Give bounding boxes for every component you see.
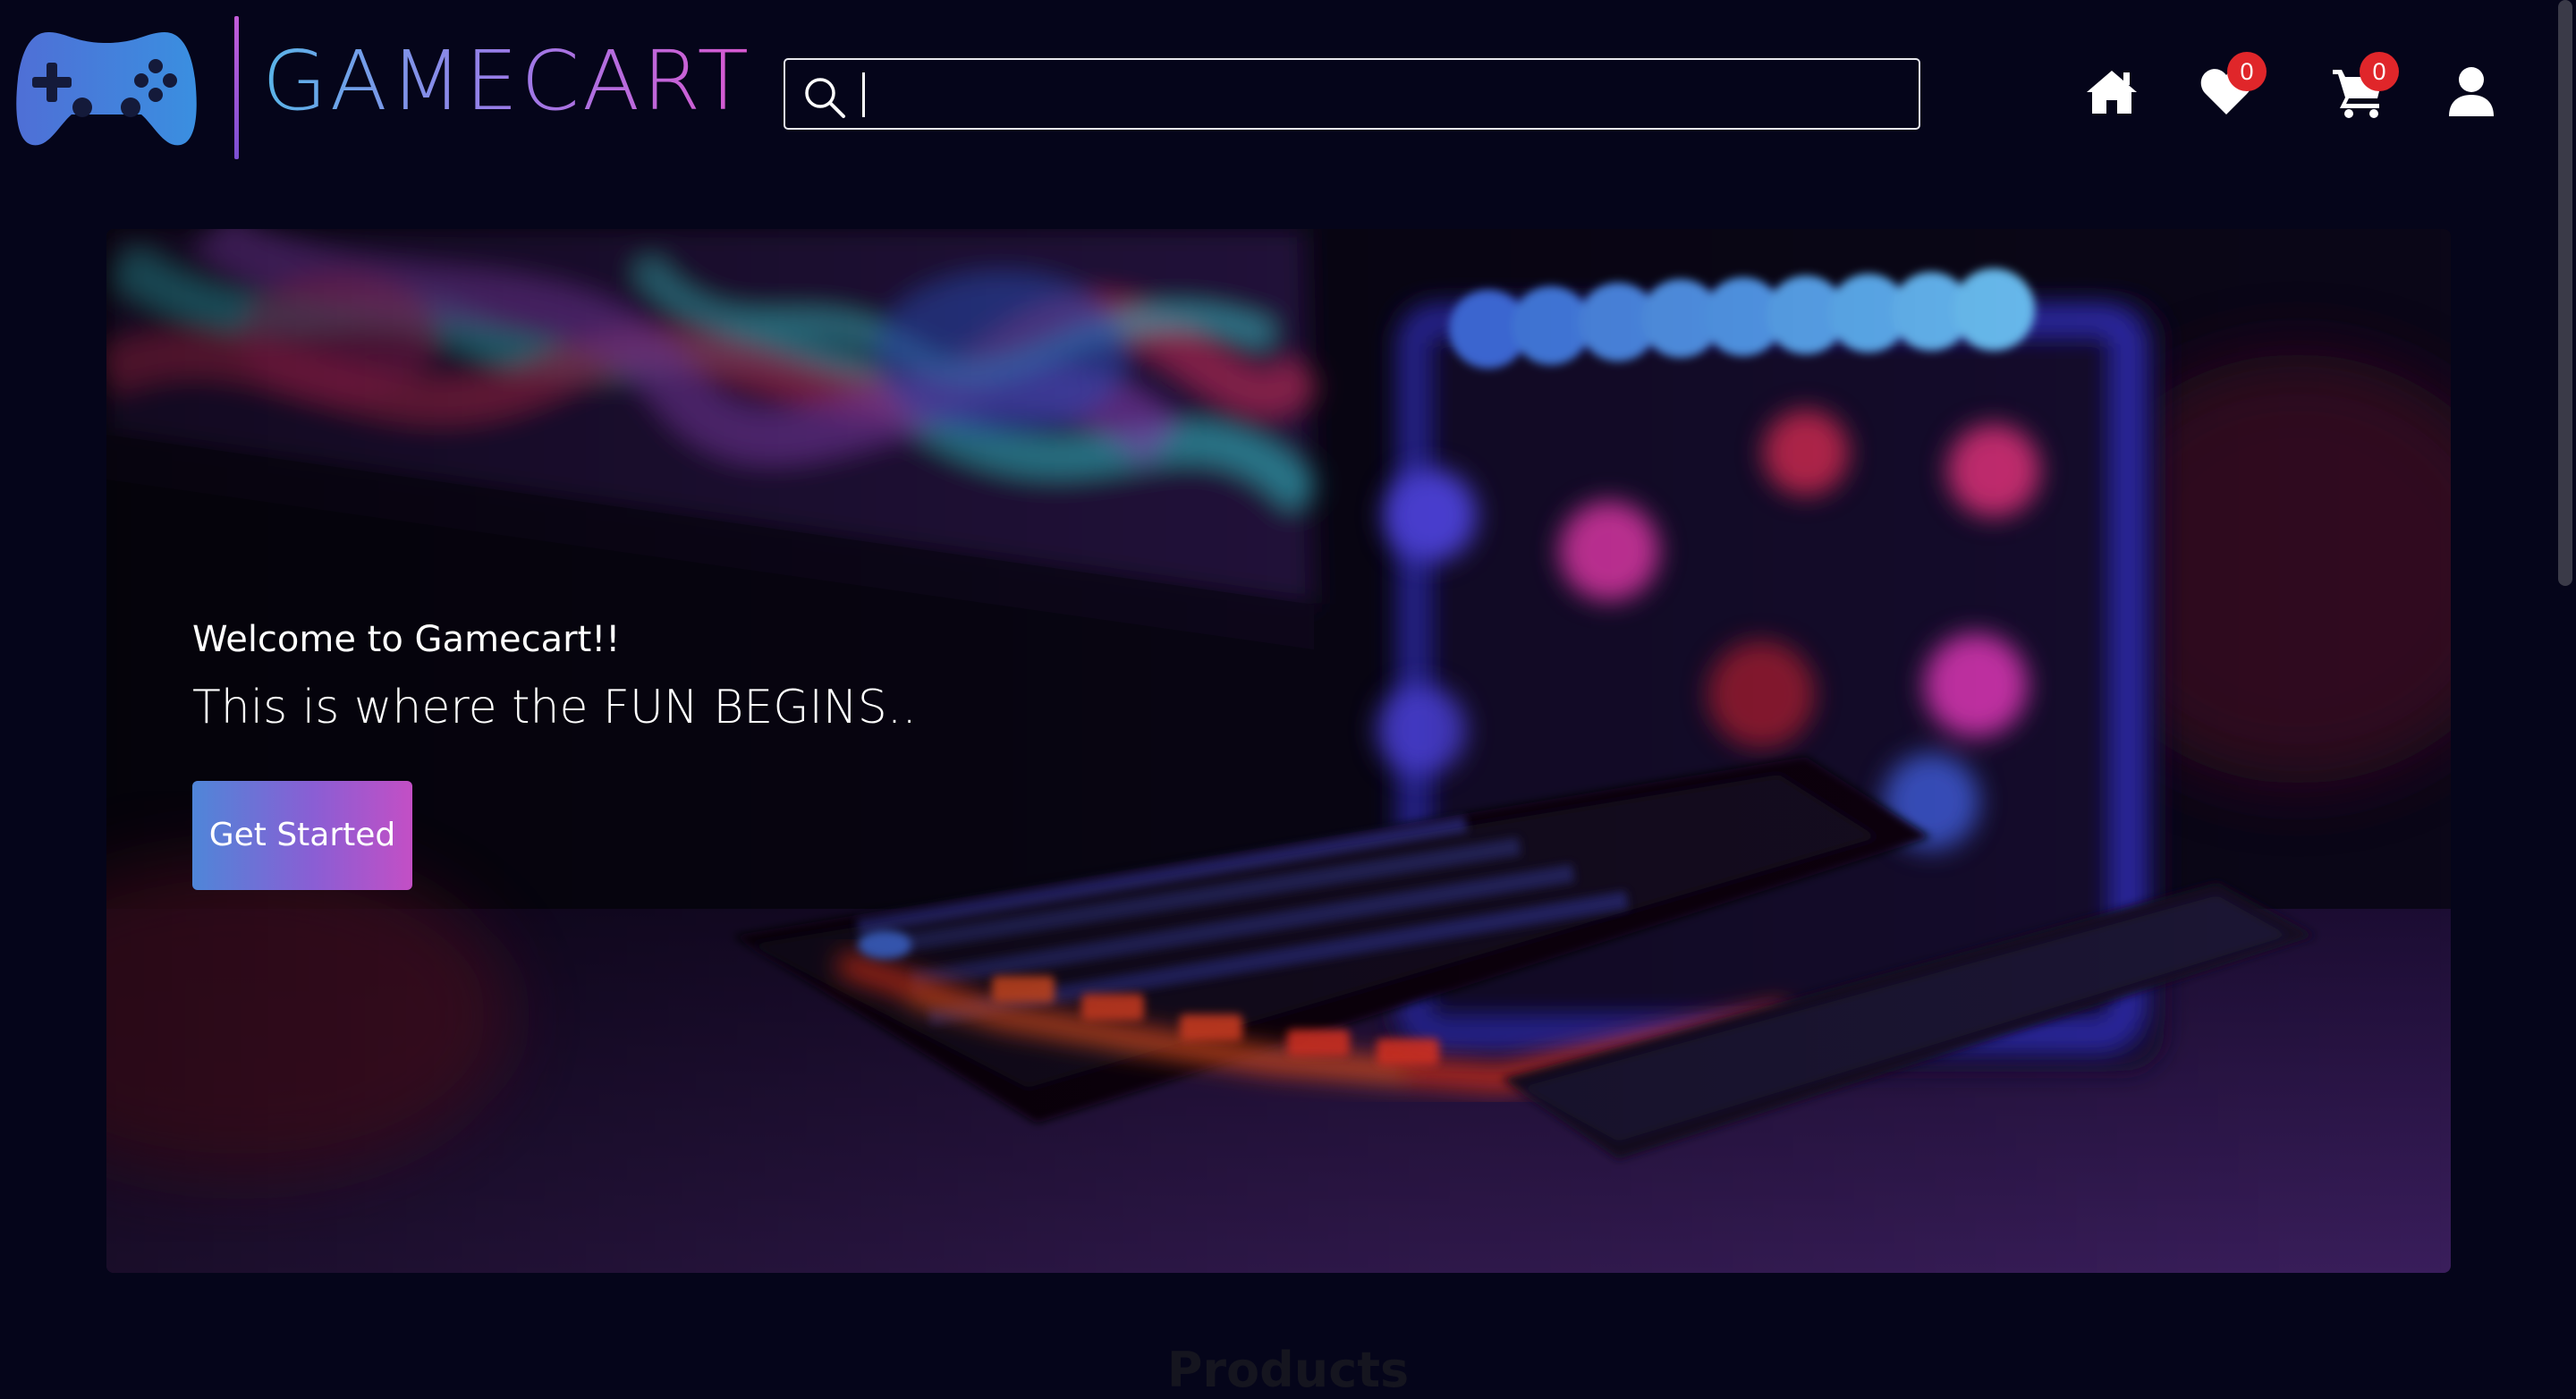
hero-tagline: This is where the FUN BEGINS.. — [192, 681, 917, 734]
text-cursor — [862, 72, 865, 117]
user-icon[interactable] — [2444, 64, 2499, 120]
hero-welcome-text: Welcome to Gamecart!! — [192, 619, 621, 660]
site-header: GAMECART 0 0 — [0, 0, 2576, 188]
hero-background-image — [106, 229, 2451, 1273]
cart-count-badge: 0 — [2360, 52, 2399, 91]
hero-banner: Welcome to Gamecart!! This is where the … — [106, 229, 2451, 1273]
get-started-button[interactable]: Get Started — [192, 781, 412, 890]
search-icon[interactable] — [801, 74, 848, 121]
page-scrollbar-thumb[interactable] — [2558, 0, 2572, 586]
search-input[interactable] — [862, 67, 1900, 121]
home-icon[interactable] — [2084, 64, 2140, 120]
logo-divider — [234, 16, 239, 159]
wishlist-count-badge: 0 — [2227, 52, 2267, 91]
section-heading: Products — [1166, 1342, 1410, 1398]
gamepad-logo-icon[interactable] — [13, 25, 200, 150]
brand-logo-text[interactable]: GAMECART — [262, 32, 751, 131]
search-bar[interactable] — [784, 58, 1920, 130]
